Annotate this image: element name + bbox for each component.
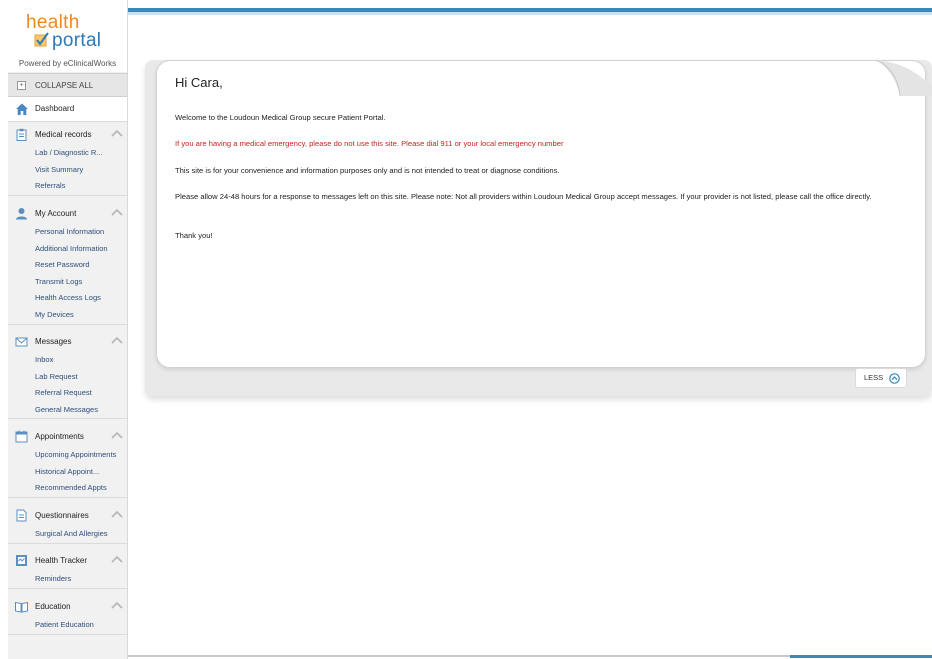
brand-logo: health portal Powered by eClinicalWorks bbox=[8, 0, 127, 72]
sidebar-item-transmit-logs[interactable]: Transmit Logs bbox=[8, 274, 127, 291]
greeting-heading: Hi Cara, bbox=[175, 75, 223, 90]
sidebar-item-health-access-logs[interactable]: Health Access Logs bbox=[8, 290, 127, 307]
chevron-up-icon[interactable] bbox=[111, 510, 123, 518]
section-education: Education Patient Education bbox=[8, 595, 127, 635]
sidebar-item-general-messages[interactable]: General Messages bbox=[8, 402, 127, 419]
top-accent-shade bbox=[128, 12, 932, 15]
collapse-all-label: COLLAPSE ALL bbox=[35, 81, 94, 90]
powered-by-text: Powered by eClinicalWorks bbox=[18, 59, 117, 68]
section-header-medical-records[interactable]: Medical records bbox=[8, 123, 127, 145]
calendar-icon bbox=[15, 430, 28, 443]
chevron-up-icon[interactable] bbox=[111, 601, 123, 609]
section-title: Appointments bbox=[35, 432, 84, 441]
less-button[interactable]: LESS bbox=[855, 368, 907, 388]
section-header-health-tracker[interactable]: Health Tracker bbox=[8, 549, 127, 571]
sidebar-item-referral-request[interactable]: Referral Request bbox=[8, 385, 127, 402]
document-icon bbox=[16, 509, 27, 522]
sidebar-item-dashboard[interactable]: Dashboard bbox=[8, 97, 127, 122]
user-icon bbox=[16, 208, 27, 220]
section-health-tracker: Health Tracker Reminders bbox=[8, 549, 127, 589]
section-title: Questionnaires bbox=[35, 511, 89, 520]
envelope-icon bbox=[15, 337, 28, 347]
thanks-text: Thank you! bbox=[175, 231, 213, 240]
logo-check-icon bbox=[34, 32, 49, 47]
section-header-questionnaires[interactable]: Questionnaires bbox=[8, 504, 127, 526]
sidebar-item-upcoming-appointments[interactable]: Upcoming Appointments bbox=[8, 447, 127, 464]
sidebar-item-historical-appointments[interactable]: Historical Appoint... bbox=[8, 464, 127, 481]
emergency-warning: If you are having a medical emergency, p… bbox=[175, 139, 564, 148]
tracker-icon bbox=[16, 555, 27, 566]
sidebar-item-surgical-allergies[interactable]: Surgical And Allergies bbox=[8, 526, 127, 543]
section-header-appointments[interactable]: Appointments bbox=[8, 425, 127, 447]
section-medical-records: Medical records Lab / Diagnostic R... Vi… bbox=[8, 123, 127, 196]
sidebar-item-reminders[interactable]: Reminders bbox=[8, 571, 127, 588]
sidebar-item-lab-diagnostic[interactable]: Lab / Diagnostic R... bbox=[8, 145, 127, 162]
section-messages: Messages Inbox Lab Request Referral Requ… bbox=[8, 330, 127, 420]
clipboard-icon bbox=[16, 128, 27, 141]
sidebar-item-patient-education[interactable]: Patient Education bbox=[8, 617, 127, 634]
chevron-up-icon[interactable] bbox=[111, 208, 123, 216]
chevron-up-icon[interactable] bbox=[111, 129, 123, 137]
section-questionnaires: Questionnaires Surgical And Allergies bbox=[8, 504, 127, 544]
section-title: Education bbox=[35, 602, 71, 611]
collapse-all-button[interactable]: + COLLAPSE ALL bbox=[8, 73, 127, 97]
sidebar-item-referrals[interactable]: Referrals bbox=[8, 178, 127, 195]
section-title: Medical records bbox=[35, 130, 92, 139]
section-header-my-account[interactable]: My Account bbox=[8, 202, 127, 224]
chevron-up-circle-icon bbox=[889, 373, 900, 384]
chevron-up-icon[interactable] bbox=[111, 431, 123, 439]
book-icon bbox=[15, 601, 28, 613]
section-appointments: Appointments Upcoming Appointments Histo… bbox=[8, 425, 127, 498]
sidebar-item-my-devices[interactable]: My Devices bbox=[8, 307, 127, 324]
chevron-up-icon[interactable] bbox=[111, 555, 123, 563]
bottom-accent-bar bbox=[790, 655, 932, 658]
sidebar-item-recommended-appts[interactable]: Recommended Appts bbox=[8, 480, 127, 497]
page-curl-decoration bbox=[875, 59, 932, 96]
dashboard-label: Dashboard bbox=[35, 104, 75, 113]
section-title: Health Tracker bbox=[35, 556, 88, 565]
home-icon bbox=[16, 103, 28, 115]
welcome-message-card bbox=[156, 60, 926, 368]
sidebar-item-inbox[interactable]: Inbox bbox=[8, 352, 127, 369]
sidebar-item-additional-information[interactable]: Additional Information bbox=[8, 241, 127, 258]
collapse-plus-icon: + bbox=[17, 81, 26, 90]
sidebar-item-personal-information[interactable]: Personal Information bbox=[8, 224, 127, 241]
sidebar-item-lab-request[interactable]: Lab Request bbox=[8, 369, 127, 386]
section-title: My Account bbox=[35, 209, 77, 218]
section-my-account: My Account Personal Information Addition… bbox=[8, 202, 127, 325]
response-note-text: Please allow 24-48 hours for a response … bbox=[175, 192, 872, 201]
sidebar: health portal Powered by eClinicalWorks … bbox=[8, 0, 128, 659]
sidebar-item-visit-summary[interactable]: Visit Summary bbox=[8, 162, 127, 179]
disclaimer-text: This site is for your convenience and in… bbox=[175, 166, 560, 175]
section-header-messages[interactable]: Messages bbox=[8, 330, 127, 352]
less-label: LESS bbox=[864, 373, 884, 382]
section-title: Messages bbox=[35, 337, 72, 346]
welcome-text: Welcome to the Loudoun Medical Group sec… bbox=[175, 113, 386, 122]
logo-word-portal: portal bbox=[52, 30, 102, 51]
chevron-up-icon[interactable] bbox=[111, 336, 123, 344]
section-header-education[interactable]: Education bbox=[8, 595, 127, 617]
sidebar-item-reset-password[interactable]: Reset Password bbox=[8, 257, 127, 274]
